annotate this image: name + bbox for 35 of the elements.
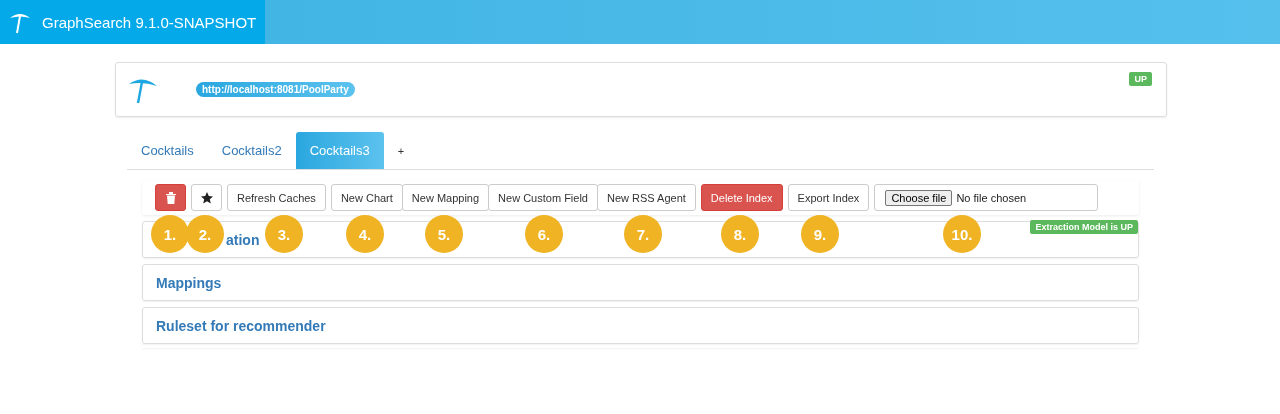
star-icon bbox=[200, 191, 213, 204]
toolbar-button[interactable]: New Mapping bbox=[401, 184, 490, 211]
panel-title[interactable]: ation bbox=[226, 231, 260, 248]
status-badge: UP bbox=[1129, 72, 1152, 86]
callout-marker: 9. bbox=[801, 215, 839, 253]
callout-marker: 3. bbox=[265, 215, 303, 253]
toolbar-button[interactable]: Export Index bbox=[787, 184, 870, 211]
toolbar-button[interactable]: New RSS Agent bbox=[596, 184, 696, 211]
favorite-button[interactable] bbox=[191, 184, 222, 211]
app-title: GraphSearch 9.1.0-SNAPSHOT bbox=[42, 13, 257, 31]
panel-title[interactable]: Mappings bbox=[156, 274, 222, 291]
toolbar-button[interactable]: New Custom Field bbox=[488, 184, 598, 211]
callout-marker: 6. bbox=[525, 215, 563, 253]
tab[interactable]: Cocktails2 bbox=[207, 132, 296, 169]
delete-button[interactable] bbox=[155, 184, 186, 211]
choose-file-button[interactable]: Choose file bbox=[885, 189, 953, 206]
file-upload-field[interactable]: Choose file No file chosen bbox=[874, 184, 1099, 211]
callout-marker: 4. bbox=[346, 215, 384, 253]
callout-marker: 7. bbox=[624, 215, 662, 253]
panel-header[interactable]: Mappings bbox=[142, 264, 1139, 301]
toolbar-button[interactable]: Refresh Caches bbox=[227, 184, 326, 211]
toolbar-button[interactable]: New Chart bbox=[330, 184, 403, 211]
callout-marker: 2. bbox=[186, 215, 224, 253]
callout-marker: 10. bbox=[943, 215, 981, 253]
status-badge: Extraction Model is UP bbox=[1030, 220, 1138, 234]
callout-marker: 8. bbox=[721, 215, 759, 253]
toolbar-button[interactable]: Delete Index bbox=[700, 184, 783, 211]
trash-icon bbox=[165, 191, 176, 204]
callout-marker: 1. bbox=[151, 215, 189, 253]
panel-title[interactable]: Ruleset for recommender bbox=[156, 317, 326, 334]
tab[interactable]: Cocktails bbox=[127, 132, 208, 169]
panel-header[interactable]: Ruleset for recommender bbox=[142, 307, 1139, 344]
callout-marker: 5. bbox=[425, 215, 463, 253]
tab[interactable]: + bbox=[383, 132, 419, 169]
file-status: No file chosen bbox=[956, 191, 1027, 204]
